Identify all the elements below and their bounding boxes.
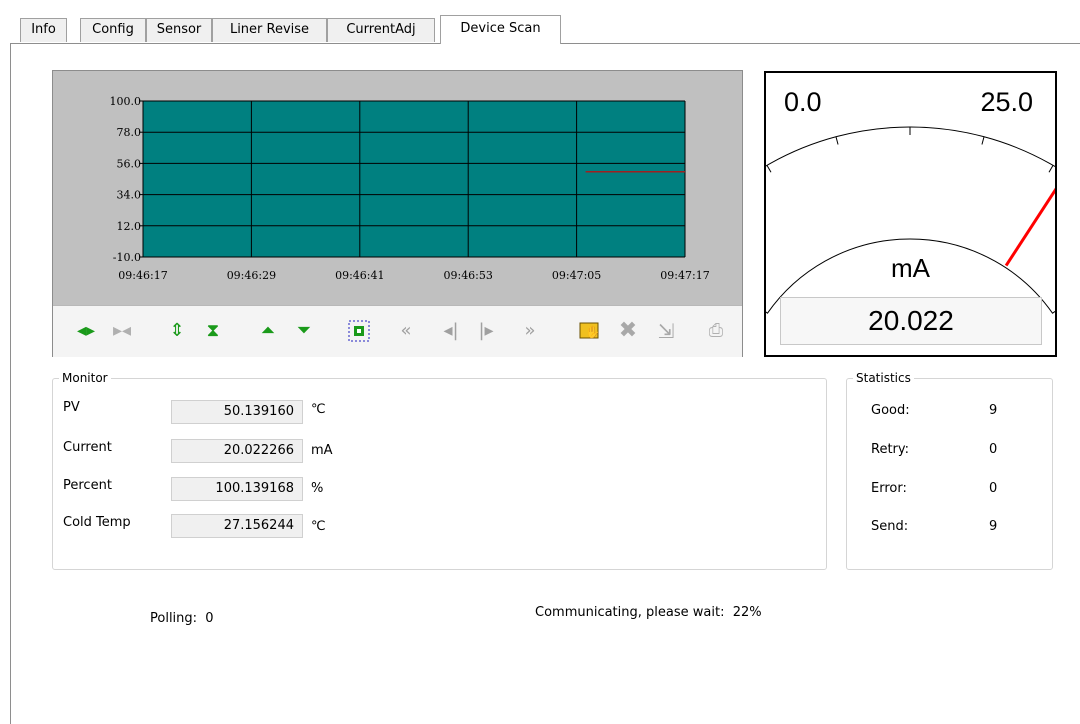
hand-pan-icon[interactable]: ✋ (577, 318, 603, 344)
expand-vertical-icon[interactable]: ⇕ (164, 318, 190, 344)
y-tick-label: 34.0 (117, 189, 142, 202)
monitor-group: Monitor PV 50.139160 ℃ Current 20.022266… (52, 371, 827, 570)
step-back-icon[interactable]: ◂| (438, 318, 464, 344)
shrink-horizontal-icon[interactable]: ▸◂ (109, 318, 135, 344)
y-tick-label: -10.0 (113, 251, 141, 264)
error-label: Error: (871, 481, 907, 496)
x-tick-label: 09:47:05 (552, 269, 601, 282)
tab-device-scan[interactable]: Device Scan (440, 15, 561, 44)
percent-unit: % (311, 481, 324, 496)
gauge-unit: mA (891, 253, 930, 283)
communicating-status: Communicating, please wait: 22% (535, 605, 762, 620)
cold-temp-label: Cold Temp (63, 515, 131, 530)
tab-info[interactable]: Info (20, 18, 67, 42)
y-tick-label: 12.0 (117, 220, 142, 233)
cold-temp-value: 27.156244 (171, 514, 303, 538)
y-tick-label: 78.0 (117, 126, 142, 139)
fast-forward-icon[interactable]: » (517, 318, 543, 344)
shift-up-icon[interactable]: ⏶ (255, 318, 281, 344)
cold-temp-unit: ℃ (311, 519, 326, 534)
shift-down-icon[interactable]: ⏷ (291, 318, 317, 344)
retry-value: 0 (989, 442, 998, 457)
expand-horizontal-icon[interactable]: ◂▸ (73, 318, 99, 344)
tab-liner-revise[interactable]: Liner Revise (212, 18, 327, 42)
pv-unit: ℃ (311, 402, 326, 417)
plot-area (143, 101, 685, 257)
current-gauge: 0.0 25.0 mA 20.022 (764, 71, 1057, 357)
pv-value: 50.139160 (171, 400, 303, 424)
x-tick-label: 09:46:17 (118, 269, 167, 282)
send-label: Send: (871, 519, 909, 534)
good-value: 9 (989, 403, 998, 418)
send-value: 9 (989, 519, 998, 534)
chart-toolbar: ◂▸ ▸◂ ⇕ ⧗ ⏶ ⏷ « ◂| |▸ » ✋ ✖ ⇲ ⎙ (53, 305, 742, 357)
clear-icon[interactable]: ✖ (615, 318, 641, 344)
percent-label: Percent (63, 478, 112, 493)
statistics-title: Statistics (853, 371, 914, 385)
print-icon[interactable]: ⎙ (703, 318, 729, 344)
y-tick-label: 100.0 (110, 95, 142, 108)
rewind-icon[interactable]: « (393, 318, 419, 344)
x-tick-label: 09:46:53 (443, 269, 492, 282)
gauge-value-display: 20.022 (780, 297, 1042, 345)
svg-text:✋: ✋ (585, 325, 600, 339)
current-value: 20.022266 (171, 439, 303, 463)
x-tick-label: 09:46:29 (227, 269, 276, 282)
trend-chart: 100.0 78.0 56.0 34.0 12.0 -10.0 09:46:17 09:46:… (110, 95, 710, 282)
tab-config[interactable]: Config (80, 18, 146, 42)
shrink-vertical-icon[interactable]: ⧗ (200, 318, 226, 344)
tab-current-adj[interactable]: CurrentAdj (327, 18, 435, 42)
good-label: Good: (871, 403, 910, 418)
step-forward-icon[interactable]: |▸ (473, 318, 499, 344)
gauge-face (766, 126, 1055, 314)
y-tick-label: 56.0 (117, 157, 142, 170)
x-tick-label: 09:47:17 (660, 269, 709, 282)
current-unit: mA (311, 443, 333, 458)
export-icon[interactable]: ⇲ (653, 318, 679, 344)
retry-label: Retry: (871, 442, 910, 457)
zoom-fit-icon[interactable] (346, 318, 372, 344)
percent-value: 100.139168 (171, 477, 303, 501)
error-value: 0 (989, 481, 998, 496)
current-label: Current (63, 440, 112, 455)
statistics-group: Statistics Good: 9 Retry: 0 Error: 0 Sen… (846, 371, 1053, 570)
pv-label: PV (63, 400, 80, 415)
tab-sensor[interactable]: Sensor (146, 18, 212, 42)
monitor-title: Monitor (59, 371, 111, 385)
polling-status: Polling: 0 (150, 611, 214, 626)
x-tick-label: 09:46:41 (335, 269, 384, 282)
